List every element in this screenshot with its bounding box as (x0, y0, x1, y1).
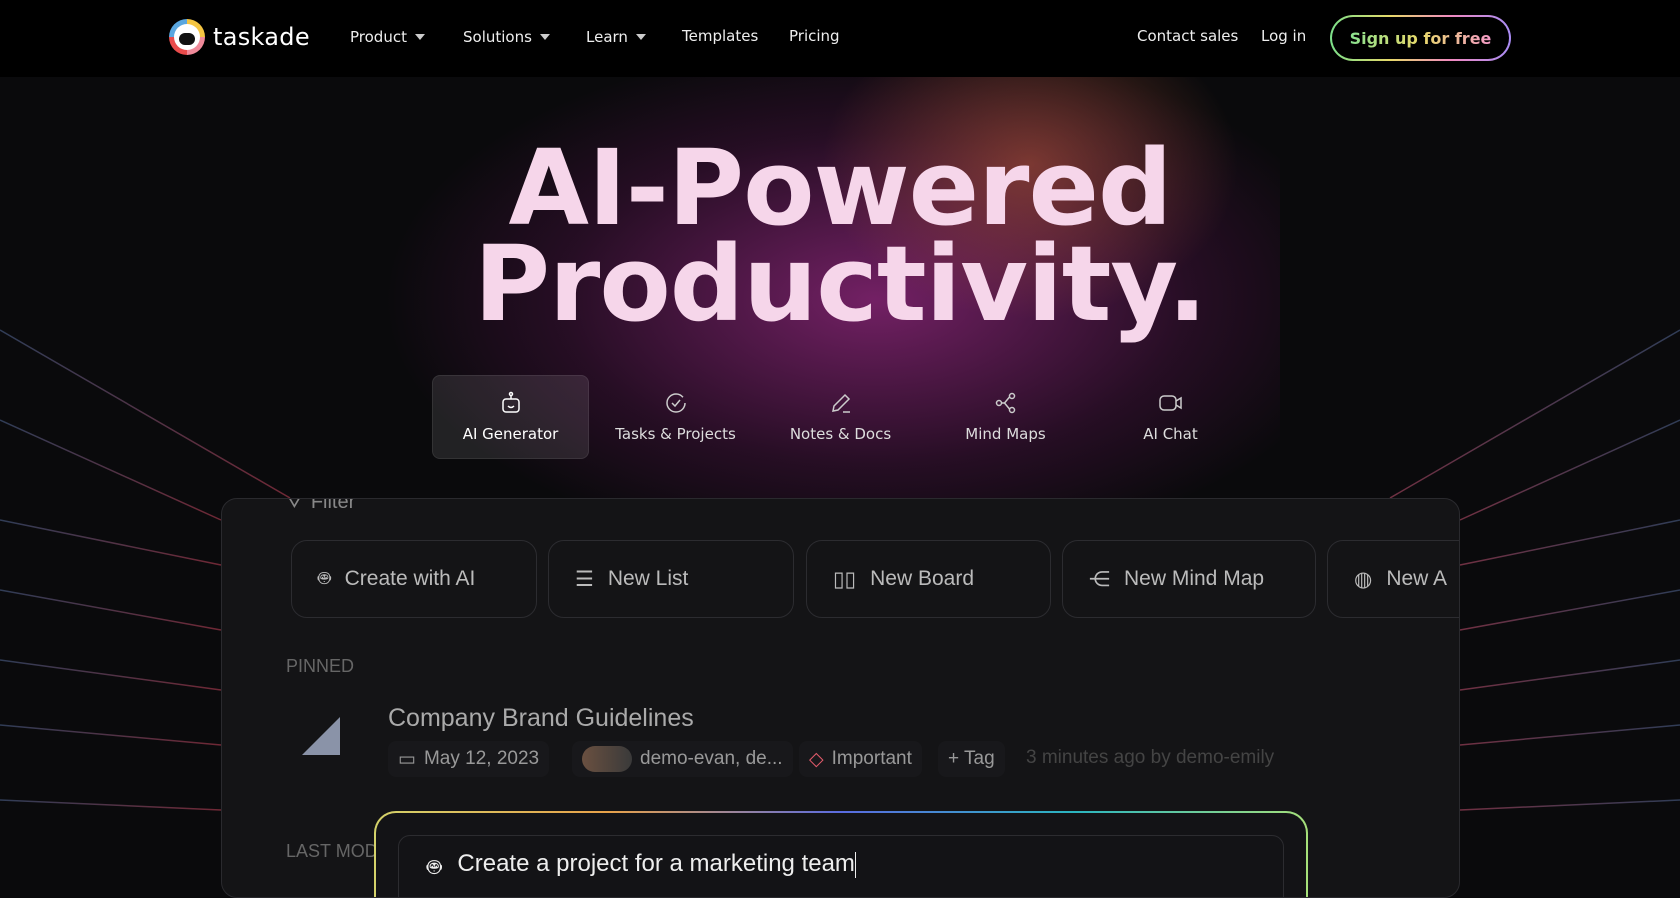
pencil-icon (831, 393, 850, 413)
app-preview-panel: ⛛ Filter 🤖︎ Create with AI ☰ New List ▯▯ New… (221, 498, 1460, 898)
new-board-button[interactable]: ▯▯ New Board (806, 540, 1051, 618)
check-circle-icon (665, 393, 686, 413)
last-modified-label: LAST MOD (286, 841, 378, 861)
ai-prompt-box: 🤖︎ Create a project for a marketing team (374, 811, 1308, 897)
hero-title: AI-Powered Productivity. (0, 136, 1680, 336)
members[interactable]: demo-evan, de... (572, 741, 793, 777)
date-text: May 12, 2023 (423, 748, 540, 769)
tag-text: Important (831, 748, 912, 769)
board-icon: ▯▯ (833, 567, 857, 591)
robot-icon (501, 391, 520, 413)
caret-down-icon (414, 34, 425, 40)
new-list-button[interactable]: ☰ New List (548, 540, 794, 618)
tab-label: Tasks & Projects (615, 425, 736, 443)
text-cursor (854, 851, 856, 878)
tab-label: Notes & Docs (789, 425, 892, 443)
button-label: New Mind Map (1124, 567, 1265, 590)
avatar (582, 746, 632, 772)
tab-label: AI Generator (462, 425, 559, 443)
globe-icon: ◍ (1354, 567, 1373, 591)
create-with-ai-button[interactable]: 🤖︎ Create with AI (291, 540, 537, 618)
video-icon (1158, 395, 1182, 411)
project-title[interactable]: Company Brand Guidelines (388, 704, 694, 733)
filter-icon: ⛛ (286, 498, 303, 513)
nav-pricing[interactable]: Pricing (789, 27, 840, 45)
button-label: Create with AI (344, 567, 476, 590)
nav-label: Learn (586, 28, 628, 46)
share-nodes-icon: ⋲ (1089, 567, 1110, 591)
tab-notes-docs[interactable]: Notes & Docs (762, 375, 919, 459)
share-nodes-icon (995, 392, 1015, 414)
caret-down-icon (635, 34, 646, 40)
tab-mind-maps[interactable]: Mind Maps (927, 375, 1084, 459)
button-label: New List (607, 567, 689, 590)
robot-icon: 🤖︎ (318, 567, 331, 590)
filter-button[interactable]: ⛛ Filter (286, 498, 356, 514)
tag-icon: ◇ (809, 748, 824, 770)
nav-product[interactable]: Product (350, 28, 425, 46)
caret-down-icon (539, 34, 550, 40)
filter-label: Filter (310, 498, 356, 513)
tag-important[interactable]: ◇ Important (799, 741, 922, 777)
triangle-ruler-icon (302, 717, 340, 755)
nav-templates[interactable]: Templates (682, 27, 758, 45)
signup-button[interactable]: Sign up for free (1330, 15, 1511, 61)
login-link[interactable]: Log in (1261, 27, 1306, 45)
button-label: New A (1386, 567, 1448, 590)
prompt-text: Create a project for a marketing team (457, 850, 855, 877)
contact-sales-link[interactable]: Contact sales (1137, 27, 1238, 45)
brand-name: taskade (213, 23, 310, 51)
updated-text: 3 minutes ago by demo-emily (1026, 747, 1275, 768)
robot-icon: 🤖︎ (427, 854, 442, 881)
hero-line-2: Productivity. (473, 223, 1207, 345)
button-label: New Board (870, 567, 975, 590)
list-icon: ☰ (575, 567, 594, 591)
pinned-label: PINNED (286, 656, 355, 676)
new-mind-map-button[interactable]: ⋲ New Mind Map (1062, 540, 1316, 618)
tab-tasks-projects[interactable]: Tasks & Projects (597, 375, 754, 459)
due-date[interactable]: ▭ May 12, 2023 (388, 741, 550, 777)
members-text: demo-evan, de... (640, 748, 783, 769)
logo[interactable]: taskade (169, 19, 310, 55)
nav-label: Solutions (463, 28, 532, 46)
top-nav: taskade Product Solutions Learn Template… (0, 0, 1680, 77)
new-action-button[interactable]: ◍ New A (1327, 540, 1459, 618)
nav-label: Product (350, 28, 407, 46)
tab-ai-chat[interactable]: AI Chat (1092, 375, 1249, 459)
tab-ai-generator[interactable]: AI Generator (432, 375, 589, 459)
nav-learn[interactable]: Learn (586, 28, 646, 46)
taskade-logo-icon (169, 19, 205, 55)
add-tag-button[interactable]: + Tag (938, 741, 1005, 777)
tab-label: AI Chat (1143, 425, 1198, 443)
nav-solutions[interactable]: Solutions (463, 28, 550, 46)
ai-prompt-input[interactable]: 🤖︎ Create a project for a marketing team (398, 835, 1284, 897)
tab-label: Mind Maps (965, 425, 1046, 443)
calendar-icon: ▭ (398, 748, 416, 770)
signup-label: Sign up for free (1349, 28, 1492, 48)
